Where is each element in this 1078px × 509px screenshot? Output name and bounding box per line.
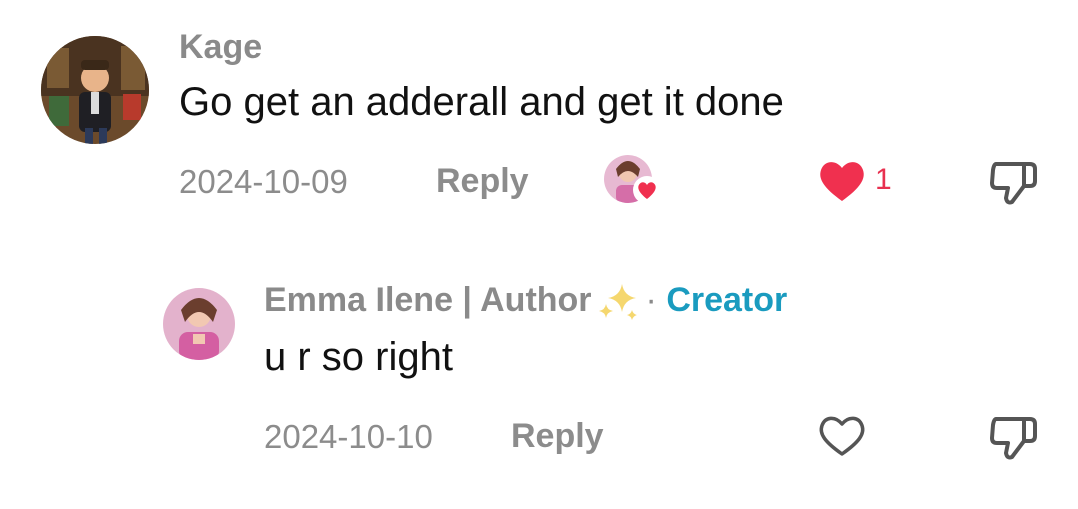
reply-button[interactable]: Reply [436, 162, 529, 201]
reply-date: 2024-10-10 [264, 418, 433, 455]
thumbs-down-icon[interactable] [988, 158, 1040, 206]
heart-filled-icon[interactable] [816, 157, 868, 203]
creator-label: Creator [666, 281, 788, 319]
thumbs-down-icon[interactable] [988, 413, 1040, 461]
reply-avatar[interactable] [163, 288, 235, 360]
commenter-username[interactable]: Kage [179, 28, 262, 67]
commenter-avatar[interactable] [41, 36, 149, 144]
reply-username[interactable]: Emma Ilene | Author [264, 281, 592, 319]
heart-outline-icon[interactable] [816, 412, 868, 458]
like-count: 1 [875, 163, 892, 196]
reply-text: u r so right [264, 335, 453, 379]
comment-date: 2024-10-09 [179, 163, 348, 200]
sparkles-icon [598, 284, 637, 321]
liked-by-creator-heart-icon [633, 176, 661, 204]
separator-dot: · [645, 281, 657, 319]
comment-text: Go get an adderall and get it done [179, 80, 784, 124]
reply-username-row: Emma Ilene | Author · Creator [264, 281, 787, 322]
reply-reply-button[interactable]: Reply [511, 417, 604, 456]
